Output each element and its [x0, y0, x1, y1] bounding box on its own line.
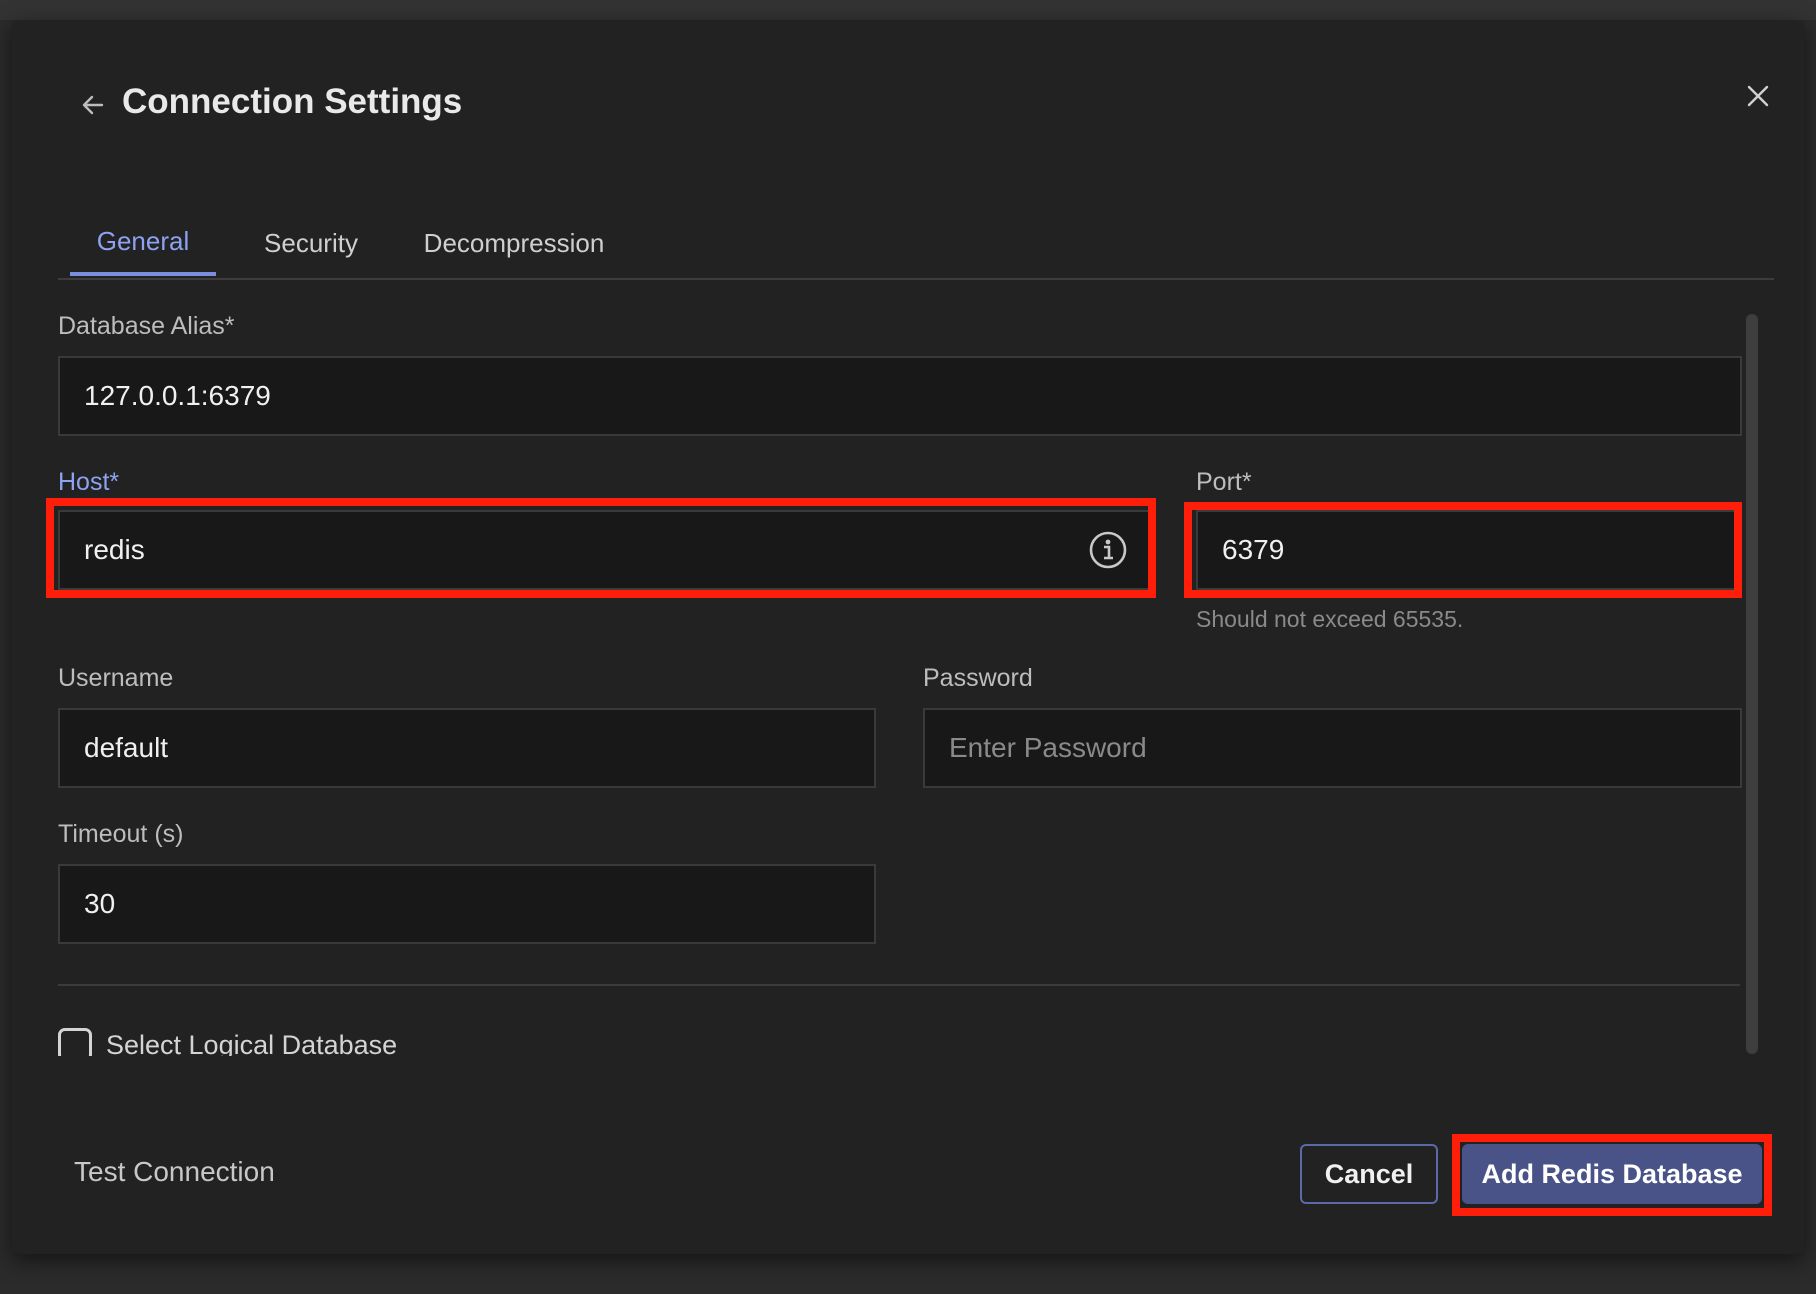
username-input[interactable]: default [58, 708, 876, 788]
port-hint: Should not exceed 65535. [1196, 606, 1464, 632]
dialog-title: Connection Settings [122, 82, 463, 121]
host-highlight [46, 498, 1156, 598]
close-button[interactable] [1734, 72, 1782, 120]
alias-input[interactable]: 127.0.0.1:6379 [58, 356, 1742, 436]
section-divider [58, 984, 1740, 986]
scrollbar[interactable] [1746, 314, 1758, 1054]
timeout-input[interactable]: 30 [58, 864, 876, 944]
username-label: Username [58, 664, 174, 692]
tab-security[interactable]: Security [254, 210, 368, 276]
tab-general[interactable]: General [70, 210, 216, 276]
host-label: Host* [58, 468, 120, 496]
submit-highlight [1452, 1134, 1772, 1216]
cancel-button[interactable]: Cancel [1300, 1144, 1438, 1204]
port-highlight [1184, 502, 1742, 598]
tab-bar: General Security Decompression [58, 210, 1774, 280]
tab-decompression[interactable]: Decompression [414, 210, 614, 276]
backdrop [0, 0, 1816, 20]
alias-label: Database Alias* [58, 312, 235, 340]
port-label: Port* [1196, 468, 1252, 496]
password-input[interactable]: Enter Password [923, 708, 1742, 788]
arrow-left-icon [82, 95, 104, 115]
close-icon [1747, 85, 1769, 107]
password-label: Password [923, 664, 1033, 692]
back-button[interactable] [68, 80, 118, 130]
test-connection-button[interactable]: Test Connection [60, 1150, 289, 1194]
connection-settings-dialog: Connection Settings General Security Dec… [12, 20, 1804, 1254]
timeout-label: Timeout (s) [58, 820, 184, 848]
scroll-fade [52, 1056, 1752, 1096]
